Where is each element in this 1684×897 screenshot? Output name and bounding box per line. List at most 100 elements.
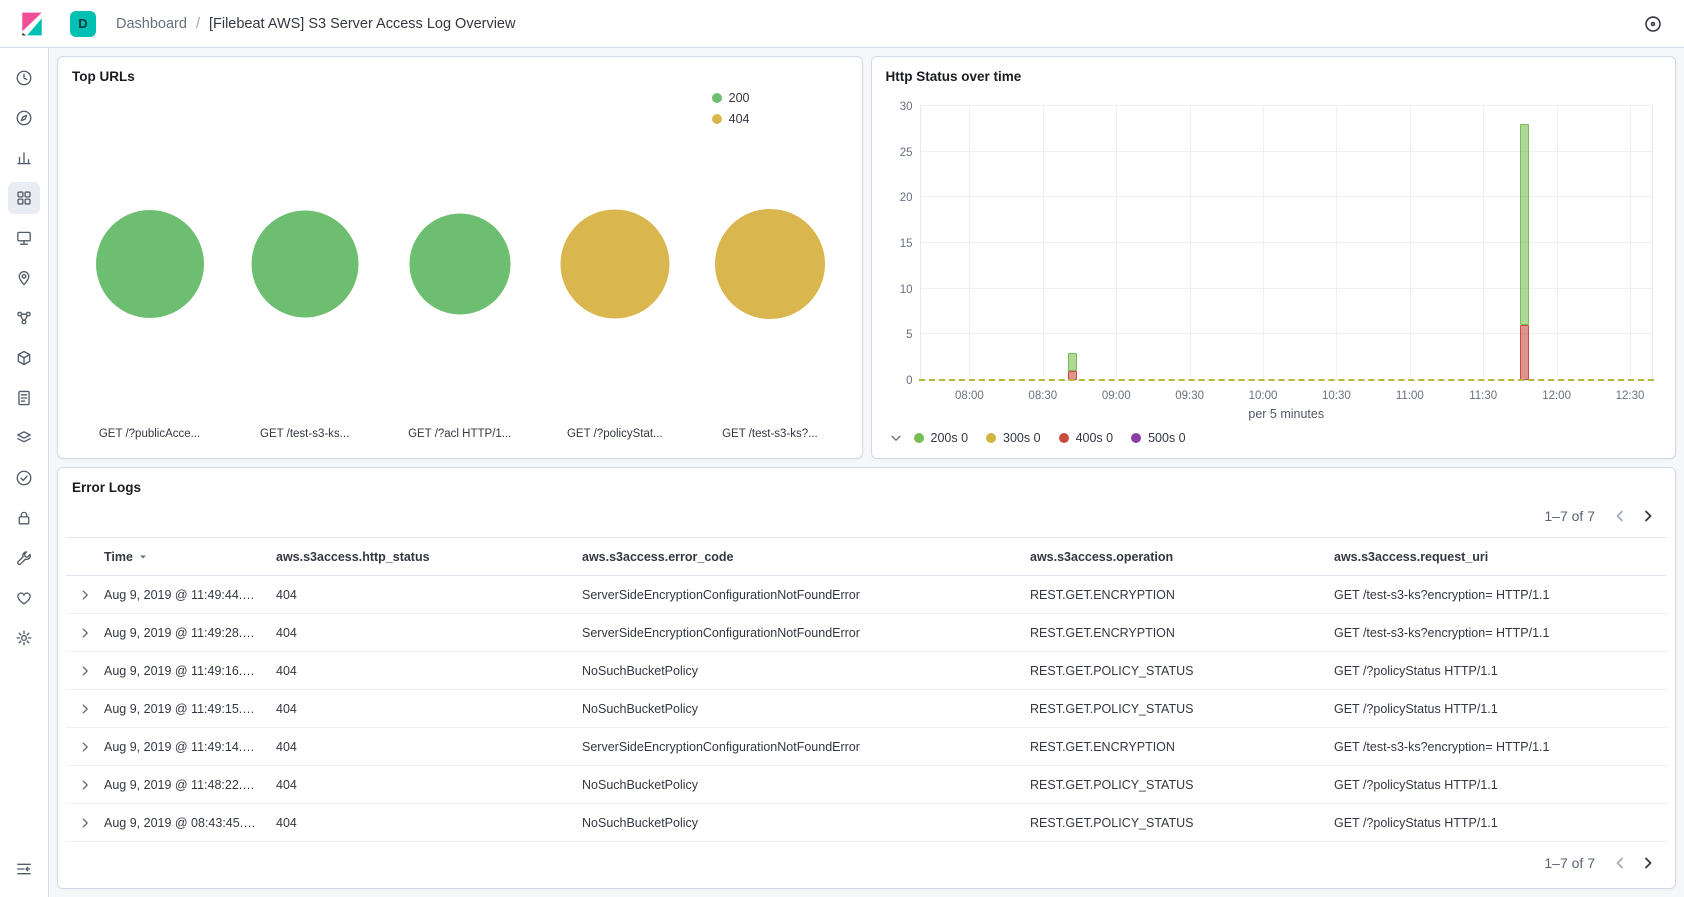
help-icon[interactable] <box>1640 11 1666 37</box>
bar-400s[interactable] <box>1520 325 1529 380</box>
cell-error-code: ServerSideEncryptionConfigurationNotFoun… <box>574 614 1022 652</box>
bar-200s[interactable] <box>1520 124 1529 325</box>
expand-row-button[interactable] <box>74 774 96 796</box>
cell-http-status: 404 <box>268 690 574 728</box>
grid-line <box>1043 106 1044 380</box>
cell-http-status: 404 <box>268 652 574 690</box>
expand-row-button[interactable] <box>74 584 96 606</box>
visualize-icon[interactable] <box>8 142 40 174</box>
top-url-item: GET /test-s3-ks... <box>227 57 382 458</box>
cell-operation: REST.GET.ENCRYPTION <box>1022 614 1326 652</box>
error-logs-panel: Error Logs 1–7 of 7 Time aws.s3access.htt… <box>57 467 1676 889</box>
column-header-request-uri[interactable]: aws.s3access.request_uri <box>1326 538 1667 576</box>
side-navigation <box>0 48 49 897</box>
pie-circle[interactable] <box>96 210 204 318</box>
top-bar: D Dashboard / [Filebeat AWS] S3 Server A… <box>0 0 1684 48</box>
cell-operation: REST.GET.POLICY_STATUS <box>1022 690 1326 728</box>
expand-row-button[interactable] <box>74 812 96 834</box>
metrics-icon[interactable] <box>8 342 40 374</box>
legend-label: 300s 0 <box>1003 431 1041 445</box>
prev-page-button[interactable] <box>1607 503 1633 529</box>
dashboard-icon[interactable] <box>8 182 40 214</box>
top-urls-panel: Top URLs 200404 GET /?publicAcce...GET /… <box>57 56 863 459</box>
grid-line <box>1557 106 1558 380</box>
canvas-icon[interactable] <box>8 222 40 254</box>
cell-request-uri: GET /?policyStatus HTTP/1.1 <box>1326 652 1667 690</box>
uptime-icon[interactable] <box>8 462 40 494</box>
pie-circle[interactable] <box>409 214 510 315</box>
table-header: Timeaws.s3access.http_statusaws.s3access… <box>66 538 1667 576</box>
logs-icon[interactable] <box>8 382 40 414</box>
cell-request-uri: GET /test-s3-ks?encryption= HTTP/1.1 <box>1326 728 1667 766</box>
grid-line <box>1336 106 1337 380</box>
legend-item[interactable]: 200s 0 <box>914 431 969 445</box>
cell-operation: REST.GET.POLICY_STATUS <box>1022 652 1326 690</box>
cell-http-status: 404 <box>268 728 574 766</box>
expand-row-button[interactable] <box>74 698 96 720</box>
pagination-label: 1–7 of 7 <box>1544 508 1595 524</box>
prev-page-button[interactable] <box>1607 850 1633 876</box>
y-axis-tick-label: 0 <box>879 375 913 387</box>
error-logs-title: Error Logs <box>58 468 1675 495</box>
recently-viewed-icon[interactable] <box>8 62 40 94</box>
collapse-navigation-icon[interactable] <box>8 853 40 885</box>
grid-line <box>921 333 1653 334</box>
column-header-label: Time <box>104 550 133 564</box>
expand-row-button[interactable] <box>74 736 96 758</box>
legend-item[interactable]: 300s 0 <box>986 431 1041 445</box>
apm-icon[interactable] <box>8 422 40 454</box>
pagination-bottom: 1–7 of 7 <box>58 842 1675 884</box>
pie-circle[interactable] <box>251 211 358 318</box>
expand-row-button[interactable] <box>74 622 96 644</box>
x-axis-tick-label: 10:30 <box>1322 390 1351 402</box>
top-url-item: GET /?publicAcce... <box>72 57 227 458</box>
x-axis-tick-label: 12:00 <box>1542 390 1571 402</box>
cell-operation: REST.GET.POLICY_STATUS <box>1022 766 1326 804</box>
column-header-error-code[interactable]: aws.s3access.error_code <box>574 538 1022 576</box>
security-icon[interactable] <box>8 502 40 534</box>
top-url-label: GET /?publicAcce... <box>72 428 227 440</box>
expander-cell <box>66 576 96 614</box>
grid-line <box>1116 106 1117 380</box>
x-axis-tick-label: 10:00 <box>1249 390 1278 402</box>
column-header-time[interactable]: Time <box>96 538 268 576</box>
pie-circle[interactable] <box>715 209 825 319</box>
top-url-label: GET /test-s3-ks... <box>227 428 382 440</box>
kibana-logo-icon[interactable] <box>18 10 46 38</box>
grid-line <box>921 196 1653 197</box>
table-row: Aug 9, 2019 @ 11:49:16.000404NoSuchBucke… <box>66 652 1667 690</box>
bar-200s[interactable] <box>1068 353 1077 371</box>
maps-icon[interactable] <box>8 262 40 294</box>
legend-item[interactable]: 400s 0 <box>1059 431 1114 445</box>
expander-cell <box>66 728 96 766</box>
column-header-operation[interactable]: aws.s3access.operation <box>1022 538 1326 576</box>
legend-label: 400s 0 <box>1076 431 1114 445</box>
x-axis-tick-label: 09:30 <box>1175 390 1204 402</box>
cell-time: Aug 9, 2019 @ 11:49:44.000 <box>96 576 268 614</box>
y-axis-tick-label: 10 <box>879 284 913 296</box>
top-url-item: GET /?acl HTTP/1... <box>382 57 537 458</box>
expand-row-button[interactable] <box>74 660 96 682</box>
legend-dot <box>914 433 924 443</box>
column-header-http-status[interactable]: aws.s3access.http_status <box>268 538 574 576</box>
pie-circle[interactable] <box>560 210 669 319</box>
dev-tools-icon[interactable] <box>8 542 40 574</box>
legend-item[interactable]: 500s 0 <box>1131 431 1186 445</box>
x-axis-tick-label: 11:00 <box>1396 390 1424 402</box>
discover-icon[interactable] <box>8 102 40 134</box>
chevron-down-icon[interactable] <box>886 428 906 448</box>
y-axis-tick-label: 25 <box>879 147 913 159</box>
breadcrumb-dashboard[interactable]: Dashboard <box>116 16 187 32</box>
x-axis-label: per 5 minutes <box>920 407 1654 421</box>
space-badge[interactable]: D <box>70 11 96 37</box>
breadcrumb: Dashboard / [Filebeat AWS] S3 Server Acc… <box>116 16 515 32</box>
http-legend-items: 200s 0 300s 0 400s 0 500s 0 <box>914 431 1186 445</box>
next-page-button[interactable] <box>1635 503 1661 529</box>
cell-time: Aug 9, 2019 @ 11:49:16.000 <box>96 652 268 690</box>
next-page-button[interactable] <box>1635 850 1661 876</box>
cell-operation: REST.GET.POLICY_STATUS <box>1022 804 1326 842</box>
http-status-plot: 05101520253008:0008:3009:0009:3010:0010:… <box>920 105 1654 381</box>
machine-learning-icon[interactable] <box>8 302 40 334</box>
monitoring-icon[interactable] <box>8 582 40 614</box>
management-icon[interactable] <box>8 622 40 654</box>
